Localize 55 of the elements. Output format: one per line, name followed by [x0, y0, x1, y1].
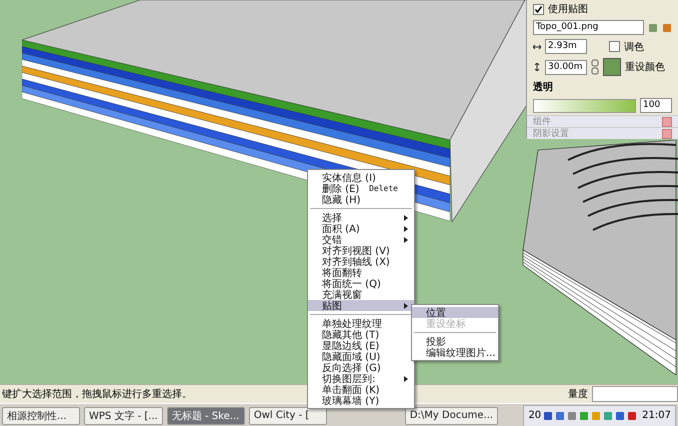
- opacity-spinbox[interactable]: 100: [640, 98, 672, 113]
- use-texture-label: 使用贴图: [548, 2, 588, 16]
- opacity-label: 透明: [533, 80, 553, 94]
- menu-item[interactable]: 切换图层到:: [308, 373, 414, 384]
- tray-icon: [615, 410, 626, 420]
- menu-item[interactable]: 隐藏其他 (T): [308, 329, 414, 340]
- menu-item[interactable]: 充满视窗: [308, 289, 414, 300]
- menu-item[interactable]: 将面统一 (Q): [308, 278, 414, 289]
- measure-label: 量度: [568, 388, 588, 401]
- menu-item[interactable]: 删除 (E) Delete: [308, 183, 414, 194]
- taskbar-button[interactable]: D:\My Docume...: [404, 406, 498, 424]
- menu-item[interactable]: 实体信息 (I): [308, 172, 414, 183]
- menu-item[interactable]: 对齐到轴线 (X): [308, 256, 414, 267]
- height-arrows-icon: [533, 63, 541, 71]
- tray-icon: [579, 410, 590, 420]
- tray-date: 20: [528, 410, 542, 421]
- clock: 21:07: [642, 410, 671, 421]
- menu-item[interactable]: 隐藏 (H): [308, 194, 414, 205]
- menu-item[interactable]: 对齐到视图 (V): [308, 245, 414, 256]
- measure-field[interactable]: [592, 386, 678, 402]
- tray-icon: [555, 410, 566, 420]
- tint-label: 调色: [624, 40, 644, 54]
- height-field[interactable]: 30.00m: [545, 60, 587, 74]
- chain-link-icon: [591, 59, 599, 75]
- tray-icon: [543, 410, 554, 420]
- tray-icon: [567, 410, 578, 420]
- menu-item[interactable]: 单独处理纹理: [308, 318, 414, 329]
- menu-item[interactable]: 隐藏面域 (U): [308, 351, 414, 362]
- menu-item[interactable]: 单击翻面 (K): [308, 384, 414, 395]
- menu-item[interactable]: 位置: [412, 307, 498, 318]
- taskbar-button[interactable]: 无标题 - Ske...: [166, 406, 245, 424]
- menu-item[interactable]: 将面翻转: [308, 267, 414, 278]
- menu-item[interactable]: 编辑纹理图片...: [412, 347, 498, 358]
- status-hint: 键扩大选择范围，拖拽鼠标进行多重选择。: [1, 388, 192, 401]
- tray-icon: [591, 410, 602, 420]
- file-name-field[interactable]: Topo_001.png: [533, 20, 644, 35]
- menu-item[interactable]: 显隐边线 (E): [308, 340, 414, 351]
- menu-item[interactable]: 选择: [308, 212, 414, 223]
- menu-item[interactable]: 反向选择 (G): [308, 362, 414, 373]
- color-swatch[interactable]: [603, 58, 621, 76]
- width-field[interactable]: 2.93m: [545, 39, 587, 54]
- use-texture-checkbox[interactable]: [533, 4, 544, 14]
- menu-item[interactable]: 面积 (A): [308, 223, 414, 234]
- taskbar-button[interactable]: WPS 文字 - [...: [84, 406, 163, 424]
- tray-icon: [627, 410, 638, 420]
- width-arrows-icon: [533, 42, 541, 50]
- menu-item[interactable]: 交错: [308, 234, 414, 245]
- menu-item[interactable]: 贴图: [308, 300, 414, 311]
- tray-icon: [603, 410, 614, 420]
- taskbar-button[interactable]: 相源控制性...: [2, 406, 80, 424]
- tint-checkbox[interactable]: [609, 41, 620, 52]
- taskbar-button[interactable]: Owl City - [: [248, 406, 327, 424]
- reset-color-label[interactable]: 重设颜色: [625, 60, 665, 74]
- menu-item[interactable]: 投影: [412, 336, 498, 347]
- menu-item[interactable]: 玻璃幕墙 (Y): [308, 395, 414, 406]
